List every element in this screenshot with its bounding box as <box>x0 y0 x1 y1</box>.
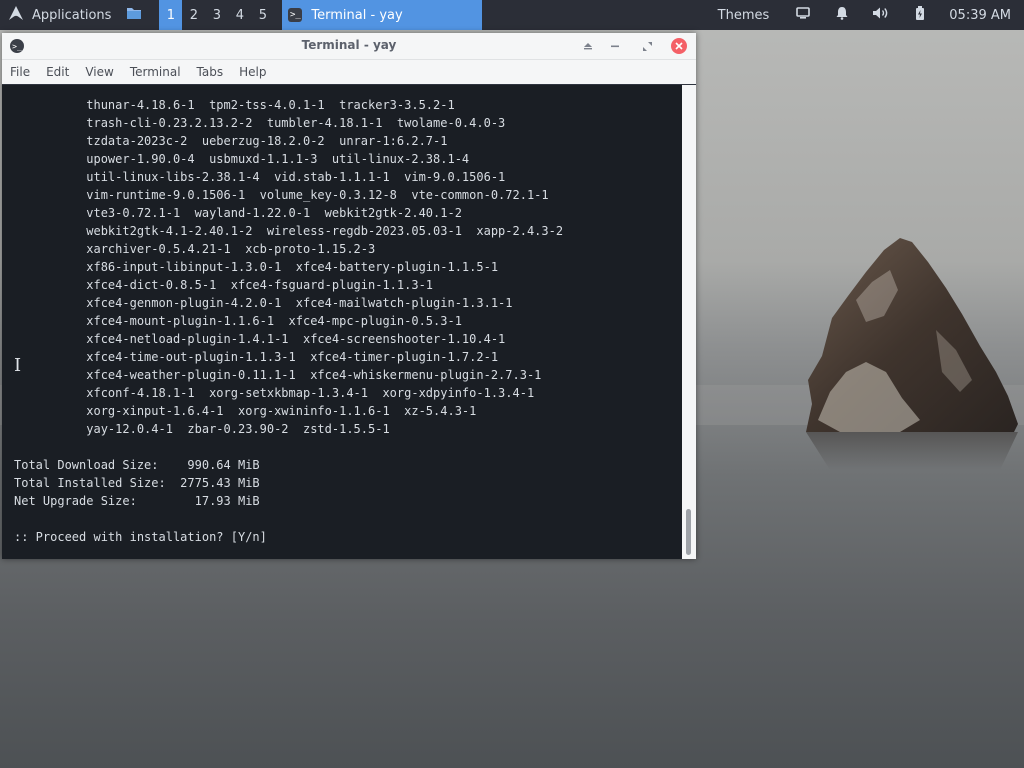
battery-charging-icon <box>915 6 925 24</box>
speaker-icon <box>872 6 890 24</box>
clock[interactable]: 05:39 AM <box>939 0 1024 30</box>
display-tray-button[interactable] <box>783 0 822 30</box>
terminal-line: xfce4-weather-plugin-0.11.1-1 xfce4-whis… <box>14 368 542 382</box>
themes-button[interactable]: Themes <box>704 0 784 30</box>
terminal-scrollbar[interactable] <box>682 85 696 559</box>
terminal-output-area[interactable]: thunar-4.18.6-1 tpm2-tss-4.0.1-1 tracker… <box>2 85 682 559</box>
shade-icon <box>584 43 592 50</box>
close-button[interactable] <box>671 38 687 54</box>
terminal-line: webkit2gtk-4.1-2.40.1-2 wireless-regdb-2… <box>14 224 564 238</box>
terminal-line: xorg-xinput-1.6.4-1 xorg-xwininfo-1.1.6-… <box>14 404 477 418</box>
workspace-5-button[interactable]: 5 <box>251 0 274 30</box>
workspace-5-label: 5 <box>258 7 268 23</box>
terminal-line: xfce4-time-out-plugin-1.1.3-1 xfce4-time… <box>14 350 499 364</box>
terminal-icon: >_ <box>288 8 303 22</box>
top-panel: Applications 1 2 3 4 5 >_ Terminal - yay… <box>0 0 1024 30</box>
text-cursor-icon: I <box>14 355 22 376</box>
terminal-line: xfce4-dict-0.8.5-1 xfce4-fsguard-plugin-… <box>14 278 434 292</box>
terminal-line: upower-1.90.0-4 usbmuxd-1.1.1-3 util-lin… <box>14 152 470 166</box>
workspace-4-button[interactable]: 4 <box>228 0 251 30</box>
scrollbar-thumb[interactable] <box>686 509 691 555</box>
workspace-4-label: 4 <box>235 7 245 23</box>
terminal-line: xarchiver-0.5.4.21-1 xcb-proto-1.15.2-3 <box>14 242 376 256</box>
menu-edit[interactable]: Edit <box>38 65 77 79</box>
terminal-line: thunar-4.18.6-1 tpm2-tss-4.0.1-1 tracker… <box>14 98 455 112</box>
menu-help[interactable]: Help <box>231 65 274 79</box>
display-icon <box>795 7 810 23</box>
minimize-button[interactable] <box>607 38 623 54</box>
terminal-line: xfconf-4.18.1-1 xorg-setxkbmap-1.3.4-1 x… <box>14 386 535 400</box>
terminal-line: Total Installed Size: 2775.43 MiB <box>14 476 260 490</box>
terminal-line: vte3-0.72.1-1 wayland-1.22.0-1 webkit2gt… <box>14 206 462 220</box>
terminal-window: >_ Terminal - yay File Edit View Termina… <box>2 33 696 559</box>
applications-menu-button[interactable]: Applications <box>0 0 121 30</box>
workspace-2-label: 2 <box>189 7 199 23</box>
terminal-line: yay-12.0.4-1 zbar-0.23.90-2 zstd-1.5.5-1 <box>14 422 390 436</box>
window-titlebar[interactable]: >_ Terminal - yay <box>2 33 696 60</box>
menu-terminal[interactable]: Terminal <box>122 65 189 79</box>
terminal-line: tzdata-2023c-2 ueberzug-18.2.0-2 unrar-1… <box>14 134 448 148</box>
maximize-icon <box>642 41 652 51</box>
terminal-line: trash-cli-0.23.2.13.2-2 tumbler-4.18.1-1… <box>14 116 506 130</box>
close-icon <box>675 42 683 50</box>
menu-bar: File Edit View Terminal Tabs Help <box>2 60 696 84</box>
taskbar-terminal-button[interactable]: >_ Terminal - yay <box>282 0 483 30</box>
folder-icon <box>126 6 142 24</box>
volume-tray-button[interactable] <box>861 0 900 30</box>
clock-label: 05:39 AM <box>949 7 1011 23</box>
menu-view[interactable]: View <box>77 65 121 79</box>
terminal-line: :: Proceed with installation? [Y/n] <box>14 530 267 544</box>
terminal-line: xfce4-mount-plugin-1.1.6-1 xfce4-mpc-plu… <box>14 314 462 328</box>
workspace-1-button[interactable]: 1 <box>159 0 183 30</box>
terminal-line: util-linux-libs-2.38.1-4 vid.stab-1.1.1-… <box>14 170 506 184</box>
minimize-icon <box>611 45 619 48</box>
terminal-line: xf86-input-libinput-1.3.0-1 xfce4-batter… <box>14 260 499 274</box>
terminal-line: Total Download Size: 990.64 MiB <box>14 458 260 472</box>
arch-logo-icon <box>8 5 24 25</box>
terminal-line: Net Upgrade Size: 17.93 MiB <box>14 494 260 508</box>
themes-label: Themes <box>717 7 770 23</box>
file-manager-launcher[interactable] <box>121 0 147 30</box>
workspace-3-button[interactable]: 3 <box>205 0 228 30</box>
menu-file[interactable]: File <box>2 65 38 79</box>
battery-tray-button[interactable] <box>900 0 939 30</box>
terminal-line: xfce4-netload-plugin-1.4.1-1 xfce4-scree… <box>14 332 506 346</box>
workspace-1-label: 1 <box>166 7 176 23</box>
terminal-line: vim-runtime-9.0.1506-1 volume_key-0.3.12… <box>14 188 549 202</box>
taskbar-terminal-label: Terminal - yay <box>311 7 403 23</box>
terminal-line: xfce4-genmon-plugin-4.2.0-1 xfce4-mailwa… <box>14 296 513 310</box>
applications-label: Applications <box>32 7 112 23</box>
workspace-3-label: 3 <box>212 7 222 23</box>
notifications-tray-button[interactable] <box>822 0 861 30</box>
shade-window-button[interactable] <box>580 38 596 54</box>
bell-icon <box>836 6 848 24</box>
workspace-2-button[interactable]: 2 <box>182 0 205 30</box>
maximize-button[interactable] <box>639 38 655 54</box>
menu-tabs[interactable]: Tabs <box>189 65 232 79</box>
